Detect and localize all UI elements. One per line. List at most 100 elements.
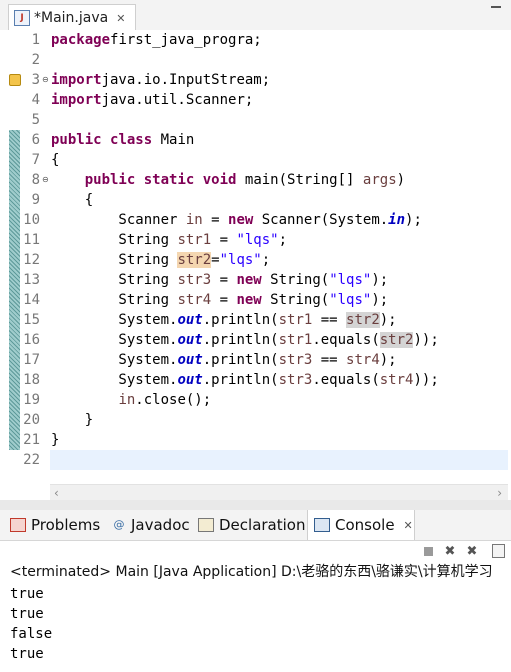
line-number: 8 [31,172,40,188]
terminate-icon[interactable] [420,543,436,559]
line-number: 10 [23,212,40,228]
code-token: "lqs" [219,252,262,268]
code-token: String [51,272,178,288]
code-token: ) [396,172,406,188]
code-token: == [312,312,347,328]
code-line[interactable]: public class Main [51,130,194,150]
code-token: ); [379,312,397,328]
console-output[interactable]: true true false true [10,584,500,664]
console-output-line: true [10,646,44,662]
console-output-line: true [10,606,44,622]
code-token: str1 [177,232,212,248]
code-line[interactable]: } [51,430,59,450]
tab-main-java[interactable]: J *Main.java ✕ [8,4,136,31]
code-line[interactable]: importjava.io.InputStream; [51,70,270,90]
code-token: { [51,152,60,168]
code-token: str2 [177,252,212,268]
line-number: 22 [23,452,40,468]
code-token: String [51,252,178,268]
close-icon[interactable]: ✕ [404,519,413,532]
code-token: ); [379,352,397,368]
code-line[interactable]: String str4 = new String("lqs"); [51,290,388,310]
code-line[interactable]: importjava.util.Scanner; [51,90,253,110]
close-icon[interactable]: ✕ [116,12,125,25]
code-token: System. [51,372,178,388]
line-number: 4 [31,92,40,108]
code-token: .println( [202,332,279,348]
code-token: new [236,292,262,308]
line-number: 2 [31,52,40,68]
code-token: in [388,212,406,228]
code-line[interactable]: packagefirst_java_progra; [51,30,262,50]
scroll-left-icon[interactable]: ‹ [54,486,59,500]
tab-title: *Main.java [34,10,109,26]
line-number: 3 [31,72,40,88]
code-line[interactable]: { [51,150,59,170]
code-editor[interactable]: 1 2 3 ⊖ 4 5 6 7 8 ⊖ 9 10 11 12 13 14 15 16 17 18 19 20 21 22 pa… [0,30,511,501]
fold-collapse-icon[interactable]: ⊖ [42,75,49,84]
code-line[interactable]: String str1 = "lqs"; [51,230,287,250]
fold-collapse-icon[interactable]: ⊖ [42,175,49,184]
code-line[interactable]: System.out.println(str1.equals(str2)); [51,330,439,350]
line-number: 21 [23,432,40,448]
tab-console[interactable]: Console ✕ [307,510,415,540]
console-launch-status: <terminated> Main [Java Application] D:\… [10,564,493,580]
code-line[interactable]: System.out.println(str3.equals(str4)); [51,370,438,390]
vertical-scrollbar[interactable] [500,584,511,672]
code-token: in [118,392,136,408]
code-token: ); [405,212,422,228]
code-token: static [143,172,195,188]
code-token: } [51,432,60,448]
code-token: ); [371,272,389,288]
clear-console-icon[interactable] [490,543,506,559]
code-token: str2 [379,332,414,348]
code-token: out [177,372,203,388]
code-token: import [51,92,102,108]
minimize-icon[interactable] [491,6,501,10]
code-token: str1 [278,332,313,348]
horizontal-scrollbar[interactable]: ‹ › [50,484,508,501]
code-token: str4 [346,352,380,368]
console-toolbar: ✖ ✖ [0,541,511,561]
line-number: 13 [23,272,40,288]
code-token: out [177,312,203,328]
code-token: = [211,232,237,248]
line-number: 1 [31,32,40,48]
code-token: str4 [177,292,212,308]
declaration-icon [198,518,214,532]
code-line[interactable]: System.out.println(str1 == str2); [51,310,397,330]
remove-all-terminated-icon[interactable]: ✖ [464,543,480,559]
scroll-right-icon[interactable]: › [497,486,502,500]
line-number: 20 [23,412,40,428]
view-separator[interactable] [0,500,511,510]
current-line-highlight [50,450,508,470]
code-token: String( [261,272,330,288]
line-number: 12 [23,252,40,268]
code-token: { [51,192,94,208]
code-line[interactable]: Scanner in = new Scanner(System.in); [51,210,422,230]
views-tab-bar: Problems @ Javadoc Declaration Console ✕ [0,510,511,541]
code-line[interactable]: System.out.println(str3 == str4); [51,350,397,370]
code-line[interactable]: in.close(); [51,390,211,410]
code-line[interactable]: { [51,190,93,210]
code-token: == [312,352,347,368]
tab-problems[interactable]: Problems [10,510,100,540]
code-token: new [236,272,262,288]
code-line[interactable]: String str3 = new String("lqs"); [51,270,388,290]
code-token: first_java_progra; [110,32,262,48]
code-line[interactable]: public static void main(String[] args) [51,170,405,190]
code-line[interactable]: String str2="lqs"; [51,250,270,270]
tab-declaration[interactable]: Declaration [198,510,305,540]
problems-icon [10,518,26,532]
code-token: new [228,212,254,228]
remove-launch-icon[interactable]: ✖ [442,543,458,559]
code-token: .println( [202,312,279,328]
code-token: java.util.Scanner; [101,92,254,108]
tab-javadoc[interactable]: @ Javadoc [112,510,190,540]
code-token: public [51,132,102,148]
code-line[interactable]: } [51,410,93,430]
code-token: in [185,212,203,228]
